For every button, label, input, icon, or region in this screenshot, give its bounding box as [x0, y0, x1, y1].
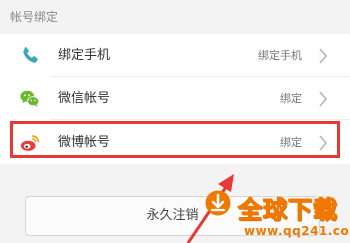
- watermark-url: www.qq241.com: [244, 224, 350, 238]
- download-logo-icon: [205, 190, 231, 216]
- watermark-brand: 全球下载: [237, 195, 338, 224]
